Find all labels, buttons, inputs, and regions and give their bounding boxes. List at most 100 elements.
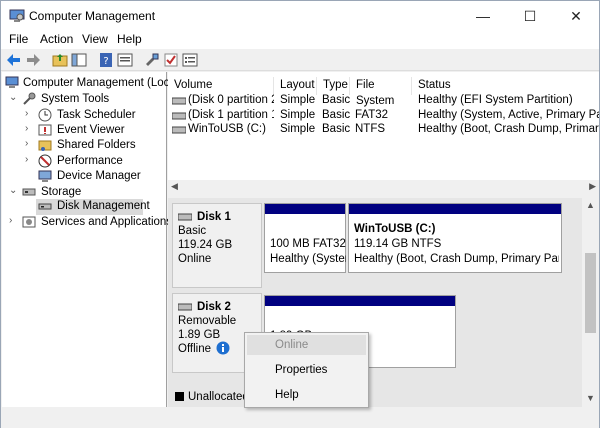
connect-icon[interactable]	[144, 52, 160, 68]
chevron-right-icon[interactable]: ›	[25, 154, 35, 165]
chevron-right-icon[interactable]: ›	[25, 123, 35, 134]
export-list-icon[interactable]	[182, 52, 198, 68]
shared-folder-icon	[38, 140, 52, 151]
cell-volume: (Disk 1 partition 1)	[188, 109, 274, 121]
partition-size: 100 MB FAT32	[270, 238, 346, 250]
chevron-down-icon[interactable]: ⌄	[9, 185, 19, 196]
volume-list: Volume Layout Type File System Status (D…	[168, 72, 599, 194]
disk1-name: Disk 1	[197, 211, 231, 223]
cell-status: Healthy (Boot, Crash Dump, Primary Parti	[418, 123, 599, 135]
tree-label: Disk Management	[57, 200, 150, 212]
disk1-partition1[interactable]: 100 MB FAT32 Healthy (Systen	[264, 203, 346, 273]
partition-label: WinToUSB (C:)	[354, 223, 436, 235]
cell-volume: WinToUSB (C:)	[188, 123, 266, 135]
scroll-left-icon[interactable]: ◀	[171, 181, 178, 192]
column-header-volume[interactable]: Volume	[168, 77, 274, 95]
scroll-up-icon[interactable]: ▲	[586, 200, 595, 210]
menu-file[interactable]: File	[9, 32, 28, 46]
disk1-partition2[interactable]: WinToUSB (C:) 119.14 GB NTFS Healthy (Bo…	[348, 203, 562, 273]
back-arrow-icon[interactable]	[6, 52, 22, 68]
status-bar	[1, 407, 599, 428]
cell-file-system: NTFS	[355, 123, 386, 135]
menu-action[interactable]: Action	[40, 32, 73, 46]
chevron-right-icon[interactable]: ›	[25, 138, 35, 149]
cell-type: Basic	[322, 123, 351, 135]
menu-help[interactable]: Help	[117, 32, 142, 46]
tree-node-shared-folders[interactable]: › Shared Folders	[25, 138, 165, 154]
cell-type: Basic	[322, 94, 351, 106]
table-row[interactable]: (Disk 0 partition 2) Simple Basic Health…	[172, 94, 599, 108]
computer-management-icon	[5, 76, 19, 88]
menu-bar: File Action View Help	[1, 31, 599, 49]
disk-graphical-view: Disk 1 Basic 119.24 GB Online 100 MB FAT…	[168, 198, 599, 407]
event-viewer-icon	[38, 124, 52, 136]
column-header-layout[interactable]: Layout	[274, 77, 317, 95]
content-pane: Volume Layout Type File System Status (D…	[168, 72, 599, 407]
scrollbar-thumb[interactable]	[585, 253, 596, 333]
maximize-button[interactable]: ☐	[507, 1, 553, 31]
info-icon[interactable]	[216, 341, 230, 355]
context-item-properties[interactable]: Properties	[247, 360, 366, 380]
menu-view[interactable]: View	[82, 32, 108, 46]
disk2-name: Disk 2	[197, 301, 231, 313]
chevron-right-icon[interactable]: ›	[25, 108, 35, 119]
tree-node-device-manager[interactable]: Device Manager	[25, 169, 165, 185]
context-item-help[interactable]: Help	[247, 385, 366, 405]
disk-icon	[178, 213, 192, 221]
services-icon	[22, 216, 36, 228]
volume-icon	[172, 97, 186, 105]
partition-bar	[265, 296, 455, 306]
column-header-type[interactable]: Type	[317, 77, 350, 95]
tree-node-disk-management[interactable]: Disk Management	[36, 199, 150, 215]
properties-icon[interactable]	[117, 52, 133, 68]
partition-size: 119.14 GB NTFS	[354, 238, 442, 250]
performance-icon	[38, 154, 52, 168]
legend-swatch-unallocated	[175, 392, 184, 401]
tree-node-event-viewer[interactable]: › Event Viewer	[25, 123, 165, 139]
system-tools-icon	[23, 92, 36, 105]
tree-node-task-scheduler[interactable]: › Task Scheduler	[25, 108, 165, 124]
disk1-type: Basic	[178, 225, 207, 237]
up-folder-icon[interactable]	[52, 52, 68, 68]
partition-bar	[349, 204, 561, 214]
cell-layout: Simple	[280, 109, 316, 121]
disk-management-icon	[38, 203, 52, 210]
disk2-type: Removable	[178, 315, 237, 327]
title-bar[interactable]: Computer Management — ☐ ✕	[1, 1, 599, 31]
scroll-right-icon[interactable]: ▶	[589, 181, 596, 192]
checkmark-icon[interactable]	[163, 52, 179, 68]
show-hide-tree-icon[interactable]	[71, 52, 87, 68]
tree-label: Event Viewer	[57, 124, 125, 136]
disk2-size: 1.89 GB	[178, 329, 221, 341]
horizontal-scrollbar[interactable]: ◀ ▶	[168, 180, 599, 194]
svg-text:?: ?	[103, 56, 108, 67]
table-row[interactable]: WinToUSB (C:) Simple Basic NTFS Healthy …	[172, 123, 599, 137]
tree-node-performance[interactable]: › Performance	[25, 154, 165, 170]
tree-node-system-tools[interactable]: ⌄ System Tools	[9, 92, 159, 108]
tree-label: Services and Applications	[41, 216, 173, 228]
column-header-status[interactable]: Status	[412, 77, 599, 95]
device-manager-icon	[38, 170, 52, 182]
help-icon[interactable]: ?	[98, 52, 114, 68]
chevron-down-icon[interactable]: ⌄	[9, 92, 19, 103]
disk1-info[interactable]: Disk 1 Basic 119.24 GB Online	[172, 203, 262, 288]
clock-icon	[38, 108, 52, 122]
cell-layout: Simple	[280, 94, 316, 106]
forward-arrow-icon[interactable]	[25, 52, 41, 68]
scroll-down-icon[interactable]: ▼	[586, 393, 595, 403]
tree-node-services-applications[interactable]: › Services and Applications	[9, 215, 173, 231]
tree-node-computer-management[interactable]: Computer Management (Local)	[5, 76, 182, 92]
column-header-file-system[interactable]: File System	[350, 77, 412, 107]
cell-type: Basic	[322, 109, 351, 121]
context-item-online[interactable]: Online	[247, 335, 366, 355]
volume-icon	[172, 112, 186, 120]
window-title: Computer Management	[29, 9, 156, 23]
chevron-right-icon[interactable]: ›	[9, 215, 19, 226]
cell-file-system: FAT32	[355, 109, 389, 121]
table-row[interactable]: (Disk 1 partition 1) Simple Basic FAT32 …	[172, 109, 599, 123]
cell-volume: (Disk 0 partition 2)	[188, 94, 274, 106]
vertical-scrollbar[interactable]: ▲ ▼	[582, 198, 599, 407]
minimize-button[interactable]: —	[460, 1, 506, 31]
close-button[interactable]: ✕	[553, 1, 599, 31]
tree-label: Shared Folders	[57, 139, 136, 151]
